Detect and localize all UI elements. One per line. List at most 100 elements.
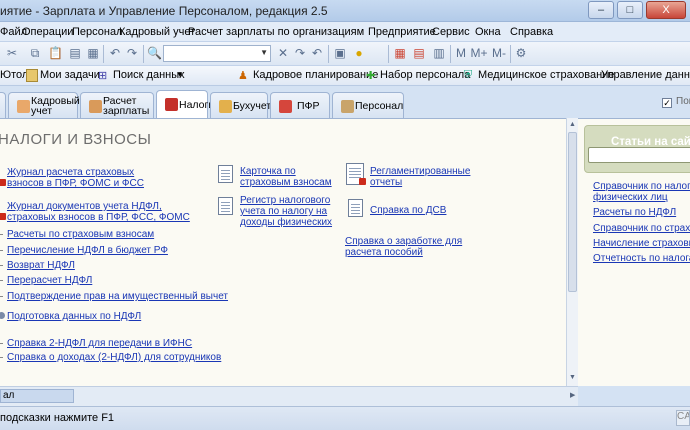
search-icon[interactable]: 🔍 [147, 46, 162, 60]
memory-subtract-button[interactable]: M- [492, 46, 506, 60]
vertical-scrollbar[interactable]: ▲ ▼ [566, 118, 578, 386]
article-link-line2[interactable]: физических лиц [593, 192, 668, 203]
show-checkbox[interactable]: ✓ [662, 98, 672, 108]
hr-icon [17, 100, 30, 113]
journal-ndfl-documents-link-line2[interactable]: страховых взносов в ПФР, ФСС, ФОМС [7, 212, 190, 223]
tab-taxes[interactable]: Налоги [156, 90, 214, 118]
bullet [0, 280, 3, 281]
property-deduction-link[interactable]: Подтверждение прав на имущественный выче… [7, 291, 228, 302]
menu-service[interactable]: Сервис [432, 26, 470, 38]
search-input[interactable]: ▼ [163, 45, 271, 62]
minimize-button[interactable]: – [588, 1, 614, 19]
scroll-thumb[interactable] [568, 132, 577, 292]
alert-badge-icon [359, 178, 366, 185]
tax-register-link-line3[interactable]: доходы физических [240, 217, 332, 228]
menu-enterprise[interactable]: Предприятие [368, 26, 436, 38]
scroll-down-icon[interactable]: ▼ [569, 374, 576, 381]
open-window-tab[interactable]: ал [0, 389, 74, 403]
journal-ndfl-documents-link[interactable]: Журнал документов учета НДФЛ, [7, 201, 162, 212]
clear-search-icon[interactable]: ✕ [276, 46, 290, 60]
tasks-icon [26, 69, 38, 82]
panel-item-recruitment[interactable]: Набор персонала [380, 69, 470, 81]
article-link[interactable]: Справочник по налогу н [593, 181, 690, 192]
settings-icon[interactable]: ⚙ [514, 46, 528, 60]
close-button[interactable]: X [646, 1, 686, 19]
calculator-icon[interactable]: ▦ [393, 46, 407, 60]
find-next-icon[interactable]: ↷ [293, 46, 307, 60]
scroll-right-icon[interactable]: ▶ [570, 391, 575, 399]
ledger-icon[interactable]: ▥ [432, 46, 446, 60]
undo-icon[interactable]: ↶ [108, 46, 122, 60]
copy-icon[interactable]: ⧉ [28, 46, 42, 60]
insurance-card-link[interactable]: Карточка по [240, 166, 296, 177]
chevron-down-icon[interactable]: ▼ [260, 48, 268, 57]
redo-icon[interactable]: ↷ [125, 46, 139, 60]
regulated-reports-link-line2[interactable]: отчеты [370, 177, 402, 188]
open-windows-bar: ал ▶ [0, 386, 578, 406]
tab-personnel[interactable]: Персонал [332, 92, 404, 118]
payroll-icon [89, 100, 102, 113]
print-icon[interactable]: ▤ [68, 46, 82, 60]
certificate-2ndfl-employees-link[interactable]: Справка о доходах (2-НДФЛ) для сотрудник… [7, 352, 221, 363]
panel-item-my-tasks[interactable]: Мои задачи [40, 69, 100, 81]
memory-add-button[interactable]: M+ [470, 46, 488, 60]
tab-hr[interactable]: Кадровый учет [8, 92, 80, 118]
maximize-button[interactable]: □ [617, 1, 643, 19]
salary-certificate-link-line2[interactable]: расчета пособий [345, 247, 423, 258]
window-title: иятие - Зарплата и Управление Персоналом… [0, 4, 328, 18]
articles-search-input[interactable] [588, 147, 690, 163]
personnel-icon [341, 100, 354, 113]
history-icon[interactable]: ▣ [333, 46, 347, 60]
menu-help[interactable]: Справка [510, 26, 553, 38]
tab-label: Персонал [355, 100, 404, 112]
panel-item-medical-insurance[interactable]: Медицинское страхование [478, 69, 614, 81]
insurance-card-link-line2[interactable]: страховым взносам [240, 177, 332, 188]
menu-personnel[interactable]: Персонал [72, 26, 123, 38]
scroll-up-icon[interactable]: ▲ [569, 121, 576, 128]
article-link[interactable]: Расчеты по НДФЛ [593, 207, 676, 218]
tab-label: Налоги [179, 99, 215, 111]
bullet [0, 296, 3, 297]
find-prev-icon[interactable]: ↶ [310, 46, 324, 60]
memory-button[interactable]: M [454, 46, 468, 60]
journal-icon [0, 213, 6, 220]
ndfl-data-preparation-link[interactable]: Подготовка данных по НДФЛ [7, 311, 141, 322]
salary-certificate-link[interactable]: Справка о заработке для [345, 236, 462, 247]
regulated-reports-link[interactable]: Регламентированные [370, 166, 470, 177]
paste-icon[interactable]: 📋 [48, 46, 63, 60]
journal-insurance-contributions-link-line2[interactable]: взносов в ПФР, ФОМС и ФСС [7, 178, 144, 189]
chevron-down-icon[interactable]: ▼ [176, 70, 184, 79]
dsv-certificate-link[interactable]: Справка по ДСВ [370, 205, 446, 216]
tab-accounting[interactable]: Бухучет [210, 92, 271, 118]
article-link[interactable]: Справочник по страхов [593, 223, 690, 234]
tab-label: ПФР [297, 100, 320, 112]
caps-lock-indicator: CAP [676, 410, 690, 426]
article-link[interactable]: Отчетность по налогам [593, 253, 690, 264]
menu-operations[interactable]: Операции [22, 26, 73, 38]
print-preview-icon[interactable]: ▦ [86, 46, 100, 60]
info-icon[interactable]: ● [352, 46, 366, 60]
menu-payroll[interactable]: Расчет зарплаты по организациям [188, 26, 364, 38]
panel-item-data-management[interactable]: Управление данными [601, 69, 690, 81]
ndfl-recalculation-link[interactable]: Перерасчет НДФЛ [7, 275, 92, 286]
ndfl-return-link[interactable]: Возврат НДФЛ [7, 260, 75, 271]
insurance-calculations-link[interactable]: Расчеты по страховым взносам [7, 229, 154, 240]
panel-item-search-data[interactable]: Поиск данных [113, 69, 185, 81]
tab-pfr[interactable]: ПФР [270, 92, 330, 118]
certificate-2ndfl-ifns-link[interactable]: Справка 2-НДФЛ для передачи в ИФНС [7, 338, 192, 349]
tab-hidden-left[interactable] [0, 92, 6, 118]
tax-register-link[interactable]: Регистр налогового [240, 195, 330, 206]
menu-windows[interactable]: Окна [475, 26, 501, 38]
calendar-icon[interactable]: ▤ [412, 46, 426, 60]
cut-icon[interactable]: ✂ [5, 46, 19, 60]
toolbar-separator [143, 45, 144, 63]
tab-payroll[interactable]: Расчет зарплаты [80, 92, 154, 118]
panel-item-hr-planning[interactable]: Кадровое планирование [253, 69, 378, 81]
panel-item-desktop[interactable]: Ютол [0, 69, 28, 81]
tax-register-link-line2[interactable]: учета по налогу на [240, 206, 327, 217]
journal-insurance-contributions-link[interactable]: Журнал расчета страховых [7, 167, 134, 178]
page-title: НАЛОГИ И ВЗНОСЫ [0, 131, 152, 148]
menu-hr[interactable]: Кадровый учет [119, 26, 195, 38]
article-link[interactable]: Начисление страховых [593, 238, 690, 249]
ndfl-transfer-link[interactable]: Перечисление НДФЛ в бюджет РФ [7, 245, 168, 256]
